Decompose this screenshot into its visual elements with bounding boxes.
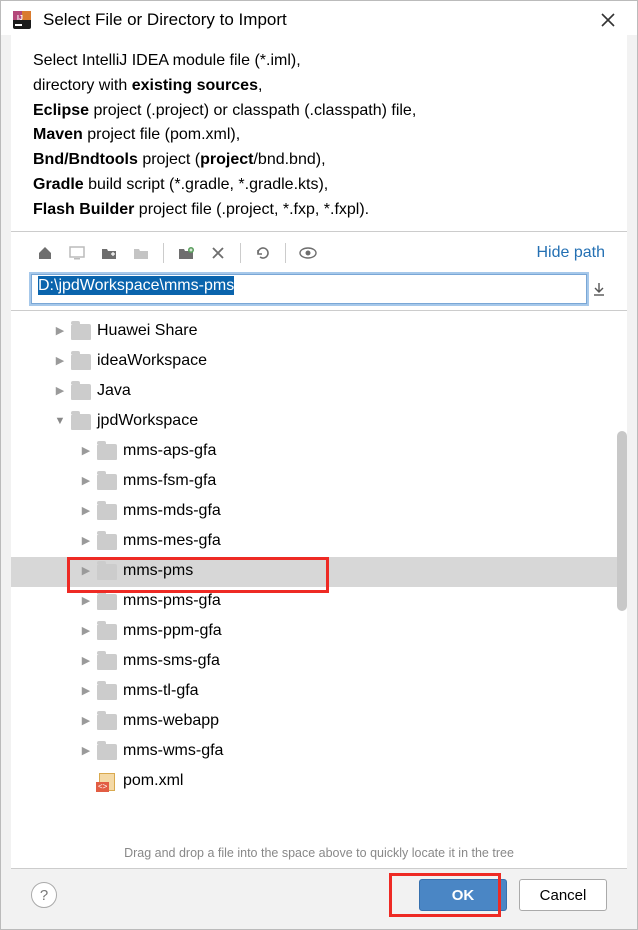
tree-node-label: mms-aps-gfa [123, 436, 216, 466]
tree-node-label: pom.xml [123, 766, 183, 796]
expand-arrow-icon[interactable]: ▶ [79, 621, 93, 642]
refresh-button[interactable] [249, 240, 277, 266]
intellij-icon: IJ [11, 9, 33, 31]
instructions-text: Select IntelliJ IDEA module file (*.iml)… [11, 35, 627, 232]
tree-node-java[interactable]: ▶ Java [11, 377, 627, 407]
tree-node-mms-aps-gfa[interactable]: ▶ mms-aps-gfa [11, 437, 627, 467]
tree-node-label: mms-wms-gfa [123, 736, 223, 766]
tree-node-mms-wms-gfa[interactable]: ▶ mms-wms-gfa [11, 737, 627, 767]
folder-icon [71, 354, 91, 370]
expand-arrow-icon[interactable]: ▶ [53, 321, 67, 342]
tree-node-mms-mes-gfa[interactable]: ▶ mms-mes-gfa [11, 527, 627, 557]
tree-node-label: mms-mes-gfa [123, 526, 221, 556]
path-history-button[interactable] [587, 282, 607, 296]
expand-arrow-icon[interactable]: ▶ [53, 381, 67, 402]
folder-icon [97, 594, 117, 610]
expand-arrow-icon[interactable]: ▶ [79, 651, 93, 672]
folder-icon [97, 744, 117, 760]
module-dir-button[interactable] [127, 240, 155, 266]
expand-arrow-icon[interactable]: ▶ [79, 561, 93, 582]
svg-text:IJ: IJ [17, 15, 23, 22]
expand-arrow-icon[interactable]: ▶ [79, 711, 93, 732]
tree-node-jpdworkspace[interactable]: ▼ jpdWorkspace [11, 407, 627, 437]
folder-icon [97, 654, 117, 670]
help-button[interactable]: ? [31, 882, 57, 908]
tree-node-label: mms-webapp [123, 706, 219, 736]
folder-icon [97, 624, 117, 640]
expand-arrow-icon[interactable]: ▶ [79, 531, 93, 552]
tree-node-label: mms-tl-gfa [123, 676, 199, 706]
tree-node-mms-tl-gfa[interactable]: ▶ mms-tl-gfa [11, 677, 627, 707]
import-dialog: IJ Select File or Directory to Import Se… [0, 0, 638, 930]
toolbar-separator-3 [285, 243, 286, 263]
folder-icon [97, 684, 117, 700]
folder-icon [97, 564, 117, 580]
tree-node-huawei-share[interactable]: ▶ Huawei Share [11, 317, 627, 347]
expand-arrow-icon[interactable]: ▶ [53, 351, 67, 372]
close-button[interactable] [601, 13, 625, 27]
collapse-arrow-icon[interactable]: ▼ [53, 411, 67, 432]
path-row: D:\jpdWorkspace\mms-pms [11, 270, 627, 310]
tree-node-ideaworkspace[interactable]: ▶ ideaWorkspace [11, 347, 627, 377]
tree-node-mms-fsm-gfa[interactable]: ▶ mms-fsm-gfa [11, 467, 627, 497]
tree-node-label: Java [97, 376, 131, 406]
expand-arrow-icon[interactable]: ▶ [79, 501, 93, 522]
instr-line1: Select IntelliJ IDEA module file (*.iml)… [33, 52, 301, 69]
file-tree[interactable]: ▶ Huawei Share ▶ ideaWorkspace ▶ Java ▼ jpdWork… [11, 310, 627, 842]
tree-node-mms-pms[interactable]: ▶ mms-pms [11, 557, 627, 587]
scrollbar-thumb[interactable] [617, 431, 627, 611]
project-dir-button[interactable] [95, 240, 123, 266]
folder-icon [97, 534, 117, 550]
expand-arrow-icon[interactable]: ▶ [79, 441, 93, 462]
tree-node-mms-pms-gfa[interactable]: ▶ mms-pms-gfa [11, 587, 627, 617]
folder-icon [71, 324, 91, 340]
tree-node-label: mms-mds-gfa [123, 496, 221, 526]
expand-arrow-icon[interactable]: ▶ [79, 471, 93, 492]
new-folder-button[interactable] [172, 240, 200, 266]
folder-icon [97, 504, 117, 520]
tree-node-label: mms-sms-gfa [123, 646, 220, 676]
drop-hint: Drag and drop a file into the space abov… [11, 842, 627, 868]
tree-node-label: mms-fsm-gfa [123, 466, 216, 496]
tree-node-label: Huawei Share [97, 316, 198, 346]
expand-arrow-icon[interactable]: ▶ [79, 741, 93, 762]
toolbar-separator-2 [240, 243, 241, 263]
tree-node-label: mms-ppm-gfa [123, 616, 222, 646]
tree-node-label: mms-pms [123, 556, 193, 586]
path-value: D:\jpdWorkspace\mms-pms [38, 276, 234, 295]
tree-node-mms-ppm-gfa[interactable]: ▶ mms-ppm-gfa [11, 617, 627, 647]
folder-icon [71, 384, 91, 400]
tree-node-label: ideaWorkspace [97, 346, 207, 376]
tree-node-mms-webapp[interactable]: ▶ mms-webapp [11, 707, 627, 737]
tree-node-label: mms-pms-gfa [123, 586, 221, 616]
tree-node-mms-sms-gfa[interactable]: ▶ mms-sms-gfa [11, 647, 627, 677]
delete-button[interactable] [204, 240, 232, 266]
expand-arrow-icon[interactable]: ▶ [79, 681, 93, 702]
path-input[interactable]: D:\jpdWorkspace\mms-pms [31, 274, 587, 304]
home-button[interactable] [31, 240, 59, 266]
show-hidden-button[interactable] [294, 240, 322, 266]
tree-node-label: jpdWorkspace [97, 406, 198, 436]
ok-button[interactable]: OK [419, 879, 507, 911]
folder-icon [97, 714, 117, 730]
hide-path-link[interactable]: Hide path [537, 244, 608, 262]
file-toolbar: Hide path [11, 232, 627, 270]
folder-icon [71, 414, 91, 430]
desktop-button[interactable] [63, 240, 91, 266]
tree-node-pom-xml[interactable]: pom.xml [11, 767, 627, 797]
expand-arrow-icon[interactable]: ▶ [79, 591, 93, 612]
titlebar: IJ Select File or Directory to Import [1, 1, 637, 35]
cancel-button[interactable]: Cancel [519, 879, 607, 911]
toolbar-separator [163, 243, 164, 263]
tree-node-mms-mds-gfa[interactable]: ▶ mms-mds-gfa [11, 497, 627, 527]
xml-file-icon [99, 773, 115, 791]
folder-icon [97, 444, 117, 460]
dialog-footer: ? OK Cancel [11, 868, 627, 929]
folder-icon [97, 474, 117, 490]
dialog-title: Select File or Directory to Import [43, 10, 601, 30]
